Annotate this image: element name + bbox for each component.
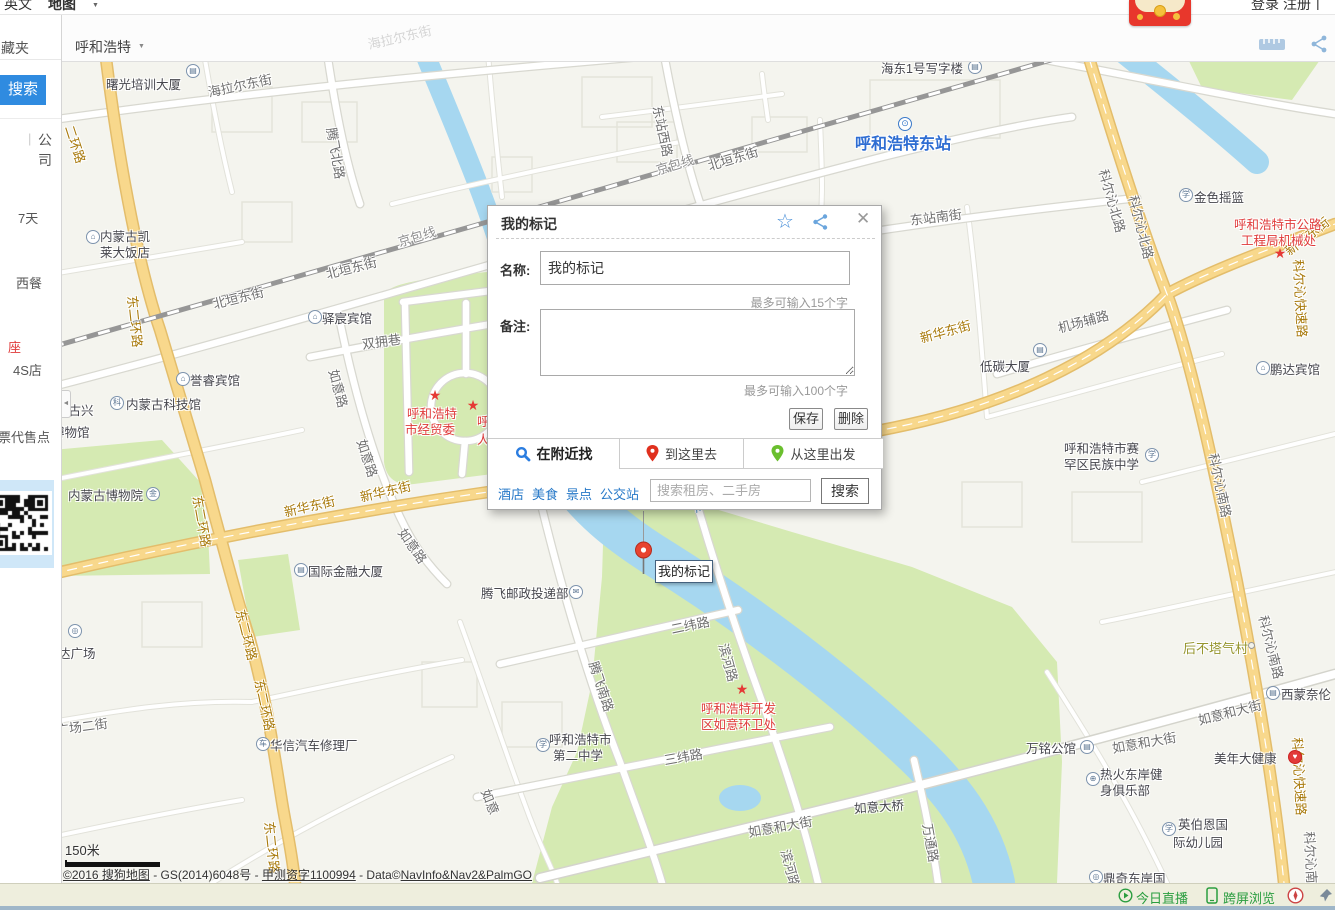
chevron-down-icon: ▼ [92, 2, 99, 9]
favorite-star-icon[interactable]: ☆ [776, 209, 794, 234]
sidebar-snippet: 票代售点 [0, 427, 50, 446]
scale-text: 150米 [65, 840, 160, 859]
close-icon[interactable]: ✕ [856, 209, 870, 229]
note-hint: 最多可输入100个字 [744, 382, 848, 399]
tab-label: 从这里出发 [790, 444, 855, 463]
sidebar-snippet: 座 [8, 337, 21, 356]
collapse-panel-button[interactable]: ◄ [62, 390, 71, 418]
copyright-link[interactable]: ©2016 搜狗地图 [63, 868, 150, 882]
language-link[interactable]: 英文 [4, 0, 32, 14]
tab-depart-from-here[interactable]: 从这里出发 [743, 439, 883, 469]
coin-icon [1173, 13, 1180, 20]
today-live-link[interactable]: 今日直播 [1136, 888, 1188, 907]
share-icon[interactable] [1310, 34, 1330, 59]
chevron-down-icon: ▼ [138, 43, 145, 50]
bottom-edge [0, 906, 1335, 910]
divider: | [1316, 0, 1320, 10]
login-link[interactable]: 登录 [1251, 0, 1279, 14]
map-copyright: ©2016 搜狗地图 - GS(2014)6048号 - 甲测资字1100994… [63, 866, 532, 883]
popup-title: 我的标记 [501, 214, 557, 234]
favorites-label[interactable]: 藏夹 [1, 38, 29, 58]
divider: | [28, 131, 31, 146]
coin-icon [1137, 14, 1143, 20]
measure-distance-icon[interactable] [1258, 37, 1286, 57]
delete-button[interactable]: 删除 [834, 408, 868, 430]
tab-label: 在附近找 [537, 444, 593, 464]
copyright-link[interactable]: 甲测资字1100994 [262, 868, 356, 882]
marker-note-textarea[interactable] [540, 309, 855, 376]
note-label: 备注: [500, 316, 530, 335]
ghost-road-label: 海拉尔东街 [366, 20, 434, 53]
tab-go-here[interactable]: 到这里去 [619, 439, 743, 469]
copyright-text: - GS(2014)6048号 - [150, 868, 262, 882]
marker-tooltip: 我的标记 [655, 560, 713, 583]
marker-name-input[interactable] [540, 251, 850, 285]
link-food[interactable]: 美食 [532, 484, 558, 503]
divider [496, 238, 875, 239]
nearby-search-button[interactable]: 搜索 [821, 478, 869, 504]
link-bus-stop[interactable]: 公交站 [600, 484, 639, 503]
company-link[interactable]: 公司 [38, 130, 61, 170]
sogou-maps-app: { "topbar": { "lang":"英文", "map_menu":"地… [0, 0, 1335, 910]
copyright-text: - Data© [356, 868, 401, 882]
cross-screen-link[interactable]: 跨屏浏览 [1223, 888, 1275, 907]
map-menu[interactable]: 地图 [48, 0, 76, 14]
sidebar-snippet: 7天 [18, 208, 38, 227]
link-sights[interactable]: 景点 [566, 484, 592, 503]
red-pin-icon [646, 445, 659, 462]
my-marker-popup: 我的标记 ☆ ✕ 名称: 最多可输入15个字 备注: 最多可输入100个字 保存… [487, 205, 882, 510]
map-scale: 150米 [65, 840, 160, 867]
link-hotel[interactable]: 酒店 [498, 484, 524, 503]
share-icon[interactable] [812, 213, 830, 236]
green-pin-icon [771, 445, 784, 462]
sidebar-snippet: 西餐 [16, 273, 42, 292]
browser-status-bar: 今日直播 跨屏浏览 [0, 883, 1335, 906]
save-button[interactable]: 保存 [789, 408, 823, 430]
popup-tabs: 在附近找 到这里去 从这里出发 [488, 438, 883, 468]
play-circle-icon [1118, 888, 1133, 908]
red-envelope-promo-icon[interactable] [1129, 0, 1191, 26]
tab-label: 到这里去 [665, 444, 717, 463]
nearby-search-input[interactable] [650, 479, 811, 502]
coin-icon [1154, 5, 1166, 17]
qr-code [0, 480, 54, 568]
copyright-link[interactable]: NavInfo&Nav2&PalmGO [401, 868, 532, 882]
pin-icon[interactable] [1318, 888, 1333, 908]
left-sidebar: 藏夹 搜索 | 公司 7天西餐座 4S店票代售点 [0, 15, 62, 883]
city-selector[interactable]: 呼和浩特 [75, 37, 131, 57]
search-button[interactable]: 搜索 [0, 75, 46, 105]
tab-search-nearby[interactable]: 在附近找 [488, 439, 619, 469]
name-label: 名称: [500, 260, 530, 279]
register-link[interactable]: 注册 [1283, 0, 1311, 14]
sidebar-snippet: 4S店 [13, 360, 42, 379]
search-icon [515, 446, 531, 462]
